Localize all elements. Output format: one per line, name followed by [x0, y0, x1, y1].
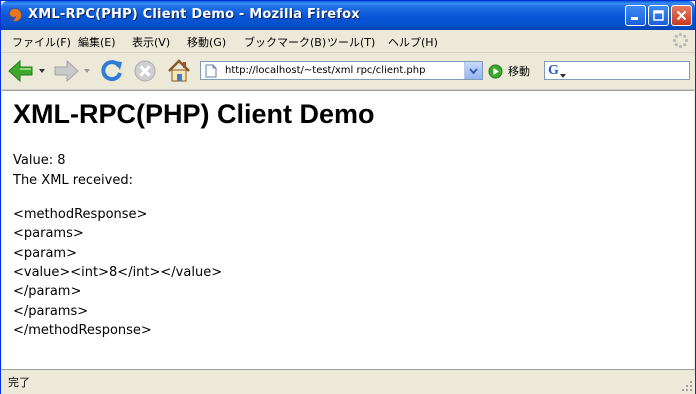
status-text: 完了: [8, 376, 30, 389]
chevron-down-icon: [469, 67, 478, 74]
window-title: XML-RPC(PHP) Client Demo - Mozilla Firef…: [28, 7, 360, 22]
home-icon: [168, 59, 190, 82]
status-bar: 完了: [1, 369, 695, 394]
menu-tools[interactable]: ツール(T): [327, 34, 375, 50]
value-text: Value: 8: [13, 153, 66, 168]
search-box[interactable]: G: [544, 61, 690, 80]
maximize-icon: [653, 10, 664, 21]
title-bar[interactable]: XML-RPC(PHP) Client Demo - Mozilla Firef…: [1, 1, 695, 30]
browser-window: XML-RPC(PHP) Client Demo - Mozilla Firef…: [0, 0, 696, 394]
menu-file[interactable]: ファイル(F): [12, 34, 71, 50]
back-button[interactable]: [7, 57, 46, 85]
home-button[interactable]: [166, 57, 192, 85]
menu-bookmarks[interactable]: ブックマーク(B): [244, 34, 326, 50]
url-text: http://localhost/~test/xml rpc/client.ph…: [225, 65, 426, 76]
navigation-toolbar: http://localhost/~test/xml rpc/client.ph…: [1, 53, 695, 90]
stop-button[interactable]: [133, 57, 157, 85]
back-arrow-icon: [8, 59, 33, 83]
xml-line: </param>: [13, 284, 82, 299]
resize-grip-icon[interactable]: [681, 380, 693, 392]
throbber-icon: [672, 32, 689, 49]
address-bar[interactable]: http://localhost/~test/xml rpc/client.ph…: [200, 61, 483, 80]
forward-dropdown-icon[interactable]: [83, 67, 91, 75]
forward-button[interactable]: [52, 57, 91, 85]
stop-icon: [134, 60, 156, 82]
page-heading: XML-RPC(PHP) Client Demo: [13, 99, 375, 129]
menu-view[interactable]: 表示(V): [132, 34, 170, 50]
search-engine-dropdown-icon[interactable]: [560, 74, 566, 78]
close-icon: [676, 10, 687, 21]
minimize-button[interactable]: [625, 5, 646, 26]
menu-edit[interactable]: 編集(E): [78, 34, 116, 50]
xml-line: <param>: [13, 246, 77, 261]
google-search-icon[interactable]: G: [548, 63, 559, 79]
go-icon: [488, 64, 503, 78]
xml-line: </params>: [13, 304, 89, 319]
url-history-dropdown[interactable]: [464, 62, 482, 79]
back-dropdown-icon[interactable]: [38, 67, 46, 75]
close-button[interactable]: [671, 5, 692, 26]
go-button[interactable]: 移動: [488, 63, 530, 79]
reload-button[interactable]: [99, 57, 125, 85]
menu-bar: ファイル(F) 編集(E) 表示(V) 移動(G) ブックマーク(B) ツール(…: [1, 30, 695, 53]
xml-line: <value><int>8</int></value>: [13, 265, 223, 280]
reload-icon: [101, 60, 122, 82]
menu-go[interactable]: 移動(G): [187, 34, 226, 50]
firefox-icon: [8, 8, 22, 22]
xml-line: </methodResponse>: [13, 323, 152, 338]
xml-intro-text: The XML received:: [13, 173, 133, 188]
go-label: 移動: [508, 65, 530, 78]
menu-help[interactable]: ヘルプ(H): [388, 34, 438, 50]
maximize-button[interactable]: [648, 5, 669, 26]
xml-line: <params>: [13, 226, 84, 241]
xml-line: <methodResponse>: [13, 207, 148, 222]
page-icon: [205, 64, 217, 78]
forward-arrow-icon: [54, 59, 79, 83]
minimize-icon: [631, 17, 638, 20]
page-content: XML-RPC(PHP) Client Demo Value: 8 The XM…: [2, 90, 694, 369]
